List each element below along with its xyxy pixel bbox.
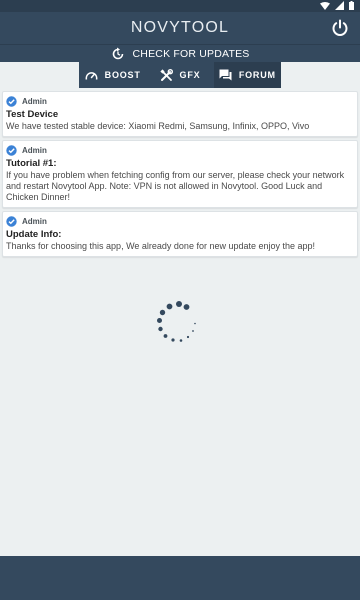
power-icon [332,19,348,36]
app-title: NOVYTOOL [130,19,230,36]
post-title: Test Device [6,109,59,120]
status-icons [320,1,354,10]
post-card[interactable]: Admin Update Info: Thanks for choosing t… [2,211,358,257]
signal-icon [335,1,344,10]
power-button[interactable] [328,16,352,40]
app-header: NOVYTOOL [0,12,360,44]
tab-forum[interactable]: FORUM [213,62,281,88]
post-title: Update Info: [6,229,62,240]
post-card[interactable]: Admin Test Device We have tested stable … [2,91,358,137]
tab-bar: BOOST GFX FORUM [79,62,281,88]
tab-strip: BOOST GFX FORUM [0,62,360,88]
speedometer-icon [85,71,98,80]
tab-gfx[interactable]: GFX [146,62,213,88]
post-card[interactable]: Admin Tutorial #1: If you have problem w… [2,140,358,208]
tools-icon [159,68,173,81]
tab-forum-label: FORUM [238,70,276,80]
forum-feed: Admin Test Device We have tested stable … [0,88,360,257]
refresh-icon [112,47,123,59]
post-title: Tutorial #1: [6,158,57,169]
post-author: Admin [22,217,47,226]
verified-badge-icon [6,96,17,107]
chat-icon [219,69,232,81]
post-body: If you have problem when fetching config… [6,170,345,202]
battery-icon [349,1,354,10]
bottom-bar [0,556,360,600]
tab-boost-label: BOOST [104,70,141,80]
post-body: We have tested stable device: Xiaomi Red… [6,121,310,131]
loading-spinner-icon [157,301,196,342]
post-author: Admin [22,146,47,155]
post-author: Admin [22,97,47,106]
post-body: Thanks for choosing this app, We already… [6,241,316,251]
verified-badge-icon [6,216,17,227]
status-bar [0,0,360,12]
post-author-row: Admin [6,215,354,228]
check-updates-button[interactable]: CHECK FOR UPDATES [0,44,360,62]
tab-gfx-label: GFX [179,70,201,80]
wifi-icon [320,1,330,10]
post-author-row: Admin [6,144,354,157]
verified-badge-icon [6,145,17,156]
post-author-row: Admin [6,95,354,108]
tab-boost[interactable]: BOOST [79,62,146,88]
check-updates-label: CHECK FOR UPDATES [132,47,250,60]
